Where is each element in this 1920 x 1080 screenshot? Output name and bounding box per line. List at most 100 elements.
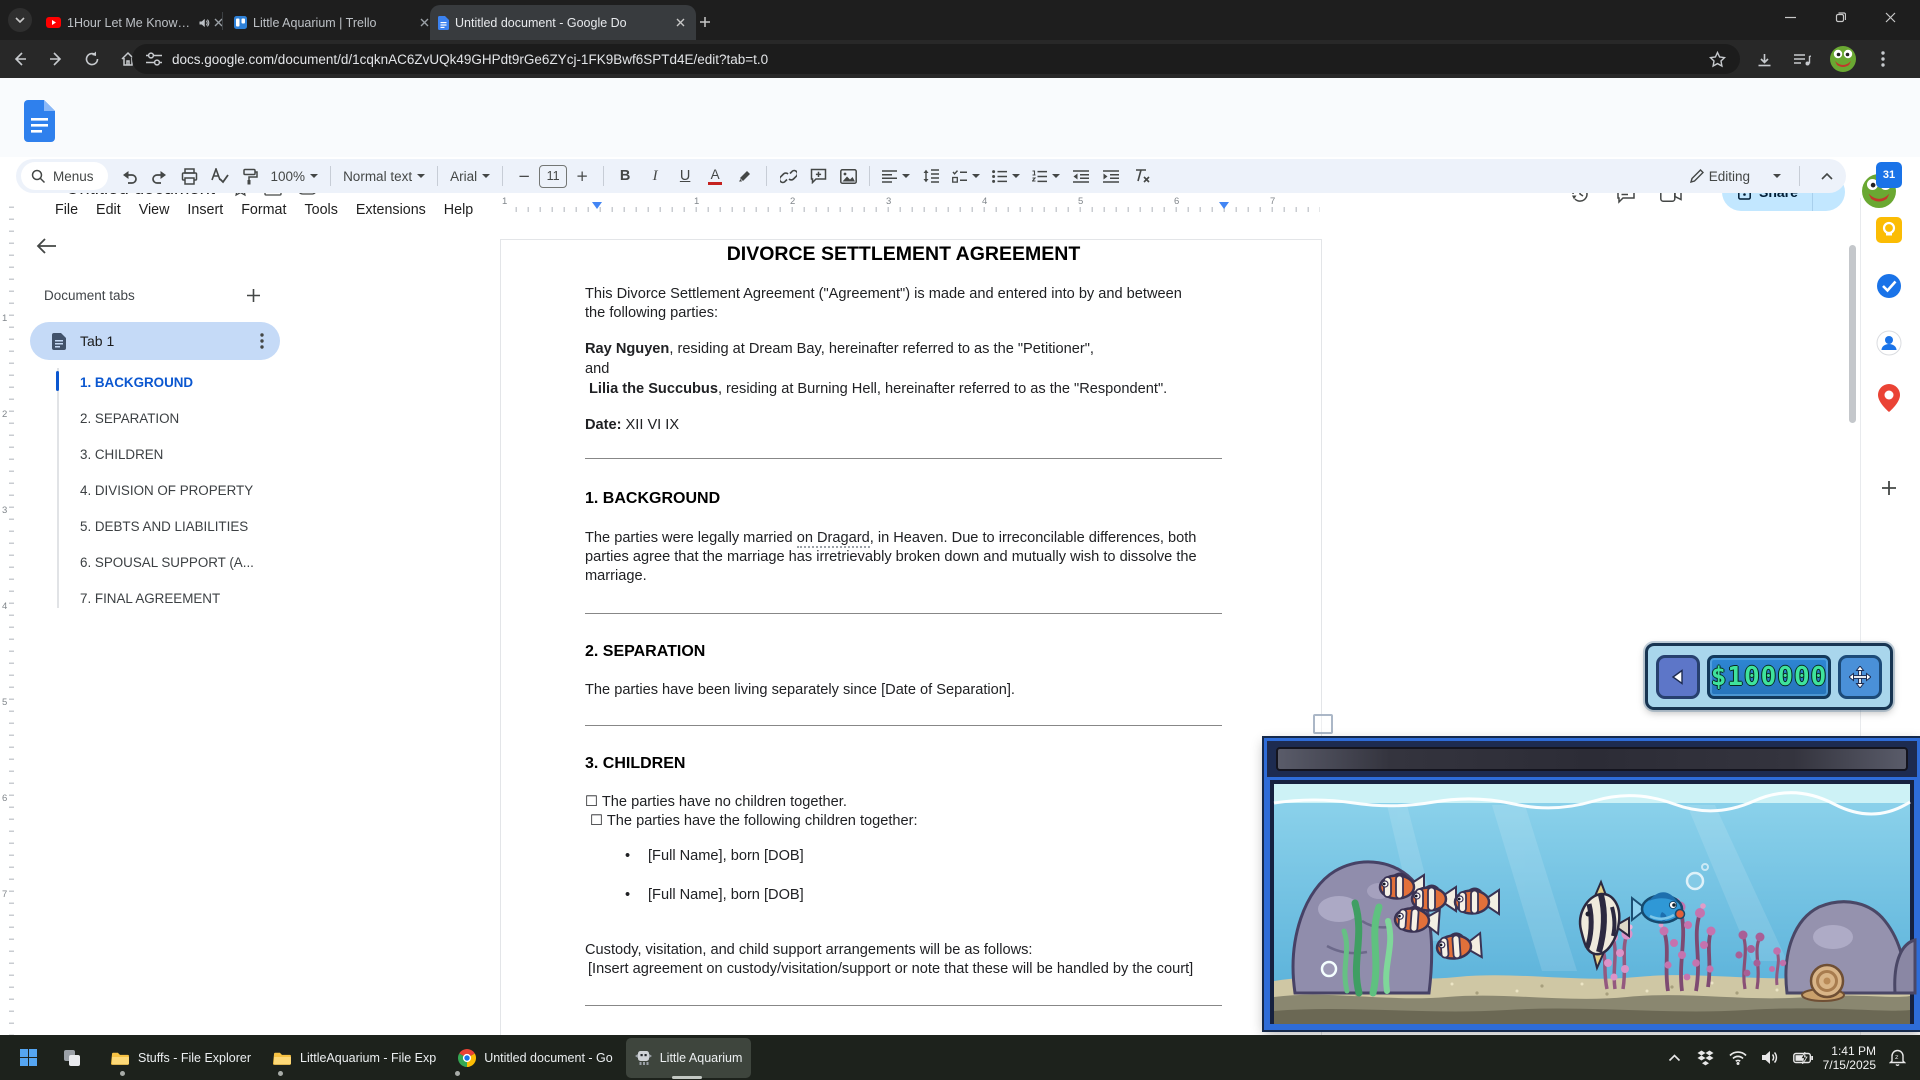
tab-search-button[interactable] (8, 8, 32, 32)
align-button[interactable] (878, 170, 914, 183)
menu-edit[interactable]: Edit (89, 199, 128, 221)
outline-item-spousal[interactable]: 6. SPOUSAL SUPPORT (A... (80, 551, 254, 573)
tab-options-kebab-icon[interactable] (260, 333, 264, 349)
url-omnibox[interactable]: docs.google.com/document/d/1cqknAC6ZvUQk… (132, 44, 1740, 74)
font-size-input[interactable]: 11 (539, 165, 567, 188)
outline-item-children[interactable]: 3. CHILDREN (80, 443, 163, 465)
taskbar-clock[interactable]: 1:41 PM 7/15/2025 (1823, 1044, 1876, 1072)
paint-format-button[interactable] (238, 164, 262, 188)
window-minimize-button[interactable] (1768, 0, 1812, 34)
decrease-indent-button[interactable] (1069, 164, 1093, 188)
start-button[interactable] (8, 1038, 48, 1078)
browser-menu-button[interactable] (1872, 48, 1894, 70)
font-select[interactable]: Arial (446, 169, 494, 184)
add-comment-button[interactable] (806, 164, 830, 188)
battery-tray-icon[interactable] (1789, 1052, 1817, 1064)
browser-tab-trello[interactable]: Little Aquarium | Trello (226, 5, 440, 40)
dropbox-tray-icon[interactable] (1693, 1050, 1719, 1066)
editing-mode-select[interactable]: Editing (1686, 169, 1785, 184)
line-spacing-button[interactable] (919, 164, 943, 188)
doc-paragraph[interactable]: Custody, visitation, and child support a… (585, 941, 1033, 961)
doc-paragraph[interactable]: The parties were legally married on Drag… (585, 529, 1196, 549)
doc-paragraph[interactable]: Date: XII VI IX (585, 416, 679, 436)
doc-heading-separation[interactable]: 2. SEPARATION (585, 642, 705, 662)
undo-button[interactable] (118, 164, 142, 188)
task-view-button[interactable] (52, 1038, 92, 1078)
insert-link-button[interactable] (776, 164, 800, 188)
meet-dropdown-caret[interactable] (1694, 191, 1702, 209)
downloads-button[interactable] (1752, 48, 1776, 72)
contacts-app-button[interactable] (1875, 329, 1903, 357)
menus-search-button[interactable]: Menus (21, 162, 108, 190)
doc-paragraph[interactable]: Lilia the Succubus, residing at Burning … (589, 380, 1167, 400)
tasks-app-button[interactable] (1875, 272, 1903, 300)
increase-indent-button[interactable] (1099, 164, 1123, 188)
tab-audio-icon[interactable] (198, 17, 210, 29)
doc-heading-background[interactable]: 1. BACKGROUND (585, 489, 720, 509)
tray-overflow-button[interactable] (1663, 1054, 1687, 1062)
paragraph-style-select[interactable]: Normal text (339, 169, 429, 184)
collapse-toolbar-button[interactable] (1815, 164, 1839, 188)
menu-tools[interactable]: Tools (297, 199, 344, 221)
text-color-button[interactable]: A (703, 164, 727, 188)
close-tabs-panel-button[interactable] (32, 232, 60, 260)
tab-close-button[interactable] (210, 15, 226, 31)
doc-checkbox-line[interactable]: ☐ The parties have the following childre… (590, 812, 918, 832)
doc-heading-title[interactable]: DIVORCE SETTLEMENT AGREEMENT (585, 243, 1222, 266)
outline-item-background[interactable]: 1. BACKGROUND (80, 371, 193, 393)
font-size-decrease-button[interactable]: − (512, 164, 536, 188)
profile-avatar[interactable] (1830, 46, 1856, 72)
doc-paragraph[interactable]: The parties have been living separately … (585, 681, 1015, 701)
browser-tab-docs[interactable]: Untitled document - Google Do (430, 5, 696, 40)
doc-heading-children[interactable]: 3. CHILDREN (585, 754, 685, 774)
insert-image-button[interactable] (836, 164, 860, 188)
doc-bullet-item[interactable]: [Full Name], born [DOB] (648, 847, 804, 867)
taskbar-app-file-explorer-1[interactable]: Stuffs - File Explorer (102, 1038, 260, 1078)
window-close-button[interactable] (1868, 0, 1912, 34)
right-indent-marker[interactable] (1219, 202, 1229, 209)
redo-button[interactable] (148, 164, 172, 188)
taskbar-app-chrome-docs[interactable]: Untitled document - Go (449, 1038, 622, 1078)
outline-item-debts[interactable]: 5. DEBTS AND LIABILITIES (80, 515, 248, 537)
doc-bullet-item[interactable]: [Full Name], born [DOB] (648, 886, 804, 906)
tab-close-button[interactable] (672, 15, 688, 31)
taskbar-app-file-explorer-2[interactable]: LittleAquarium - File Exp (264, 1038, 445, 1078)
doc-paragraph[interactable]: This Divorce Settlement Agreement ("Agre… (585, 285, 1182, 305)
font-size-increase-button[interactable]: + (570, 164, 594, 188)
menu-insert[interactable]: Insert (180, 199, 230, 221)
bold-button[interactable]: B (613, 164, 637, 188)
window-maximize-button[interactable] (1818, 0, 1862, 34)
zoom-select[interactable]: 100% (267, 169, 323, 184)
clear-formatting-button[interactable] (1129, 164, 1153, 188)
highlight-button[interactable] (733, 164, 757, 188)
money-move-handle[interactable] (1838, 655, 1882, 699)
doc-checkbox-line[interactable]: ☐ The parties have no children together. (585, 793, 847, 813)
wifi-tray-icon[interactable] (1725, 1051, 1751, 1065)
horizontal-ruler[interactable]: 1 1 2 3 4 5 6 7 (505, 196, 1320, 212)
numbered-list-button[interactable] (1028, 170, 1064, 183)
outline-item-separation[interactable]: 2. SEPARATION (80, 407, 179, 429)
google-docs-logo[interactable] (24, 100, 55, 142)
checklist-button[interactable] (948, 170, 984, 183)
new-tab-button[interactable] (692, 9, 718, 35)
menu-view[interactable]: View (132, 199, 177, 221)
italic-button[interactable]: I (643, 164, 667, 188)
calendar-app-button[interactable]: 31 (1875, 161, 1903, 189)
outline-item-division[interactable]: 4. DIVISION OF PROPERTY (80, 479, 253, 501)
browser-tab-youtube[interactable]: 1Hour Let Me Know Remix (38, 5, 234, 40)
document-scrollbar[interactable] (1849, 245, 1856, 423)
outline-item-final[interactable]: 7. FINAL AGREEMENT (80, 587, 220, 609)
site-settings-tune-icon[interactable] (146, 52, 162, 66)
reading-list-icon[interactable] (1790, 48, 1814, 72)
doc-paragraph[interactable]: and (585, 360, 609, 380)
doc-paragraph[interactable]: [Insert agreement on custody/visitation/… (588, 960, 1193, 980)
side-panel-add-button[interactable] (1875, 474, 1903, 502)
left-indent-marker[interactable] (592, 202, 602, 209)
menu-help[interactable]: Help (437, 199, 480, 221)
doc-paragraph[interactable]: the following parties: (585, 304, 718, 324)
overlay-drag-handle[interactable] (1313, 714, 1333, 734)
menu-file[interactable]: File (48, 199, 85, 221)
keep-app-button[interactable] (1875, 216, 1903, 244)
aquarium-game-window[interactable] (1264, 738, 1920, 1030)
doc-paragraph[interactable]: marriage. (585, 567, 647, 587)
